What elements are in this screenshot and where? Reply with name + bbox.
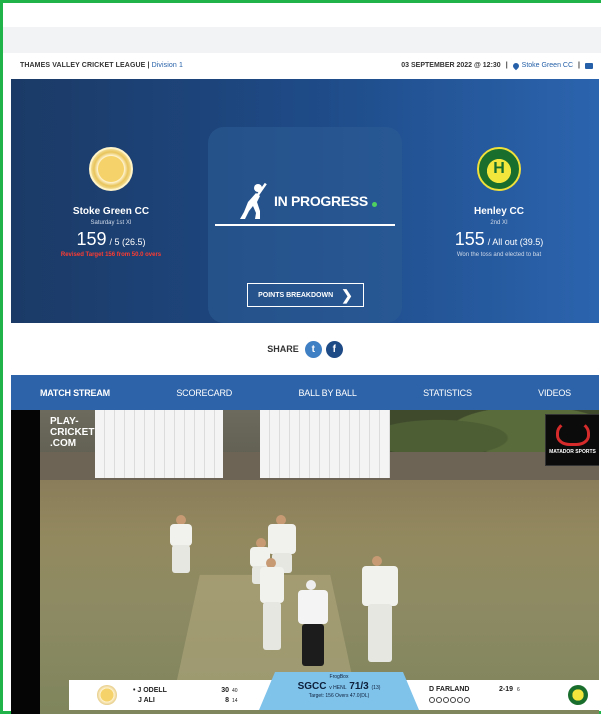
facebook-icon[interactable]: f bbox=[325, 340, 343, 358]
bowler-wickets-runs: 2-19 bbox=[499, 686, 514, 693]
play-cricket-watermark: PLAY- CRICKET .COM bbox=[50, 416, 94, 449]
match-status: IN PROGRESS bbox=[236, 182, 377, 220]
home-revised-target: Revised Target 156 from 50.0 overs bbox=[60, 252, 162, 258]
location-pin-icon bbox=[511, 61, 520, 70]
bowler-name: D FARLAND bbox=[429, 686, 470, 693]
scorebar-runs-wickets: 71/3 bbox=[349, 681, 369, 692]
batsman-2-name: J ALI bbox=[138, 697, 155, 704]
scorebar-main: FrogBox SGCC v HENL 71/3 (13) Target: 15… bbox=[259, 672, 419, 710]
sponsor-logo: MATADOR SPORTS bbox=[545, 414, 599, 466]
sight-screen bbox=[95, 410, 223, 478]
status-label: IN PROGRESS bbox=[274, 193, 368, 209]
batsman-1-name: • J ODELL bbox=[133, 687, 167, 694]
away-score: 155 / All out (39.5) bbox=[409, 229, 589, 250]
away-team-xi: 2nd XI bbox=[490, 220, 508, 226]
match-tabs: MATCH STREAM SCORECARD BALL BY BALL STAT… bbox=[11, 375, 599, 410]
batsman-icon bbox=[240, 182, 267, 219]
points-breakdown-label: POINTS BREAKDOWN bbox=[258, 291, 334, 299]
away-team-crest-small bbox=[568, 685, 588, 705]
print-icon[interactable] bbox=[585, 62, 593, 69]
ball-dot-icon bbox=[429, 697, 435, 703]
venue-link[interactable]: Stoke Green CC bbox=[511, 61, 574, 70]
sponsor-name: MATADOR SPORTS bbox=[549, 449, 596, 455]
header-band bbox=[3, 27, 601, 53]
separator: | bbox=[578, 62, 580, 69]
batsman-1-runs: 30 bbox=[221, 687, 229, 694]
points-breakdown-button[interactable]: POINTS BREAKDOWN ❯ bbox=[247, 283, 364, 307]
match-datetime: 03 SEPTEMBER 2022 @ 12:30 bbox=[401, 62, 501, 69]
share-label: SHARE bbox=[267, 344, 299, 354]
scorebar-team: SGCC bbox=[297, 681, 327, 692]
away-runs: 155 bbox=[454, 229, 485, 249]
watermark-line: .COM bbox=[50, 438, 77, 449]
match-hero: Stoke Green CC Saturday 1st XI 159 / 5 (… bbox=[11, 79, 599, 323]
away-team-panel: H Henley CC 2nd XI 155 / All out (39.5) … bbox=[409, 79, 589, 258]
toss-result: Won the toss and elected to bat bbox=[456, 252, 542, 258]
scorebar-target: Target: 156 Overs 47.0(DL) bbox=[308, 693, 370, 699]
tab-match-stream[interactable]: MATCH STREAM bbox=[40, 388, 110, 398]
bull-icon bbox=[555, 420, 590, 446]
status-divider bbox=[215, 224, 395, 226]
chevron-right-icon: ❯ bbox=[341, 287, 353, 303]
bowler-figures: 2-19 6 bbox=[499, 686, 520, 693]
home-team-crest-small bbox=[97, 685, 117, 705]
home-team-crest bbox=[89, 147, 133, 191]
ball-dot-icon bbox=[443, 697, 449, 703]
league-link[interactable]: THAMES VALLEY CRICKET LEAGUE bbox=[20, 62, 145, 69]
home-team-xi: Saturday 1st XI bbox=[90, 220, 132, 226]
video-scorebar: • J ODELL J ALI 30 40 8 14 FrogBox SGCC v … bbox=[69, 672, 599, 710]
separator: | bbox=[147, 62, 150, 69]
video-frame: PLAY- CRICKET .COM MATADOR SPORTS • J OD… bbox=[40, 410, 599, 714]
batsman-2-balls: 14 bbox=[232, 698, 238, 704]
live-indicator-icon bbox=[371, 201, 377, 207]
tab-scorecard[interactable]: SCORECARD bbox=[176, 388, 232, 398]
division-link[interactable]: Division 1 bbox=[152, 62, 183, 69]
tab-statistics[interactable]: STATISTICS bbox=[423, 388, 472, 398]
batsmen-scores: 30 40 8 14 bbox=[217, 686, 238, 706]
batsman-2-runs: 8 bbox=[225, 697, 229, 704]
home-team-name[interactable]: Stoke Green CC bbox=[21, 206, 201, 217]
batsman-1-balls: 40 bbox=[232, 688, 238, 694]
home-wickets-overs: / 5 (26.5) bbox=[109, 237, 146, 247]
top-bar bbox=[3, 3, 601, 27]
ball-dot-icon bbox=[450, 697, 456, 703]
tab-videos[interactable]: VIDEOS bbox=[538, 388, 571, 398]
match-status-card: IN PROGRESS POINTS BREAKDOWN ❯ bbox=[208, 127, 402, 323]
tab-ball-by-ball[interactable]: BALL BY BALL bbox=[299, 388, 357, 398]
match-stream-video[interactable]: PLAY- CRICKET .COM MATADOR SPORTS • J OD… bbox=[11, 410, 599, 714]
away-crest-letter: H bbox=[493, 160, 505, 177]
breadcrumb: THAMES VALLEY CRICKET LEAGUE | Division … bbox=[11, 53, 601, 78]
separator: | bbox=[505, 62, 508, 69]
twitter-icon[interactable]: t bbox=[304, 340, 322, 358]
ball-dot-icon bbox=[436, 697, 442, 703]
sight-screen bbox=[260, 410, 390, 478]
scorebar-score: SGCC v HENL 71/3 (13) bbox=[259, 681, 419, 692]
home-score: 159 / 5 (26.5) bbox=[21, 229, 201, 250]
match-meta: 03 SEPTEMBER 2022 @ 12:30 | Stoke Green … bbox=[401, 61, 593, 70]
batsmen-names: • J ODELL J ALI bbox=[133, 686, 167, 706]
watermark-line: PLAY- bbox=[50, 416, 79, 427]
scorebar-brand: FrogBox bbox=[329, 674, 349, 680]
away-team-crest: H bbox=[477, 147, 521, 191]
league-breadcrumb: THAMES VALLEY CRICKET LEAGUE | Division … bbox=[20, 62, 183, 69]
home-team-panel: Stoke Green CC Saturday 1st XI 159 / 5 (… bbox=[21, 79, 201, 258]
scorebar-overs: (13) bbox=[371, 685, 381, 691]
bowler-overs: 6 bbox=[517, 687, 520, 693]
video-letterbox bbox=[11, 410, 40, 714]
scorebar-opponent: v HENL bbox=[329, 685, 347, 691]
watermark-line: CRICKET bbox=[50, 427, 95, 438]
ball-dot-icon bbox=[464, 697, 470, 703]
home-runs: 159 bbox=[76, 229, 107, 249]
away-wickets-overs: / All out (39.5) bbox=[487, 237, 544, 247]
over-balls bbox=[429, 697, 470, 703]
ball-dot-icon bbox=[457, 697, 463, 703]
share-bar: SHARE t f bbox=[11, 323, 599, 375]
away-team-name[interactable]: Henley CC bbox=[409, 206, 589, 217]
venue-label: Stoke Green CC bbox=[521, 62, 574, 69]
